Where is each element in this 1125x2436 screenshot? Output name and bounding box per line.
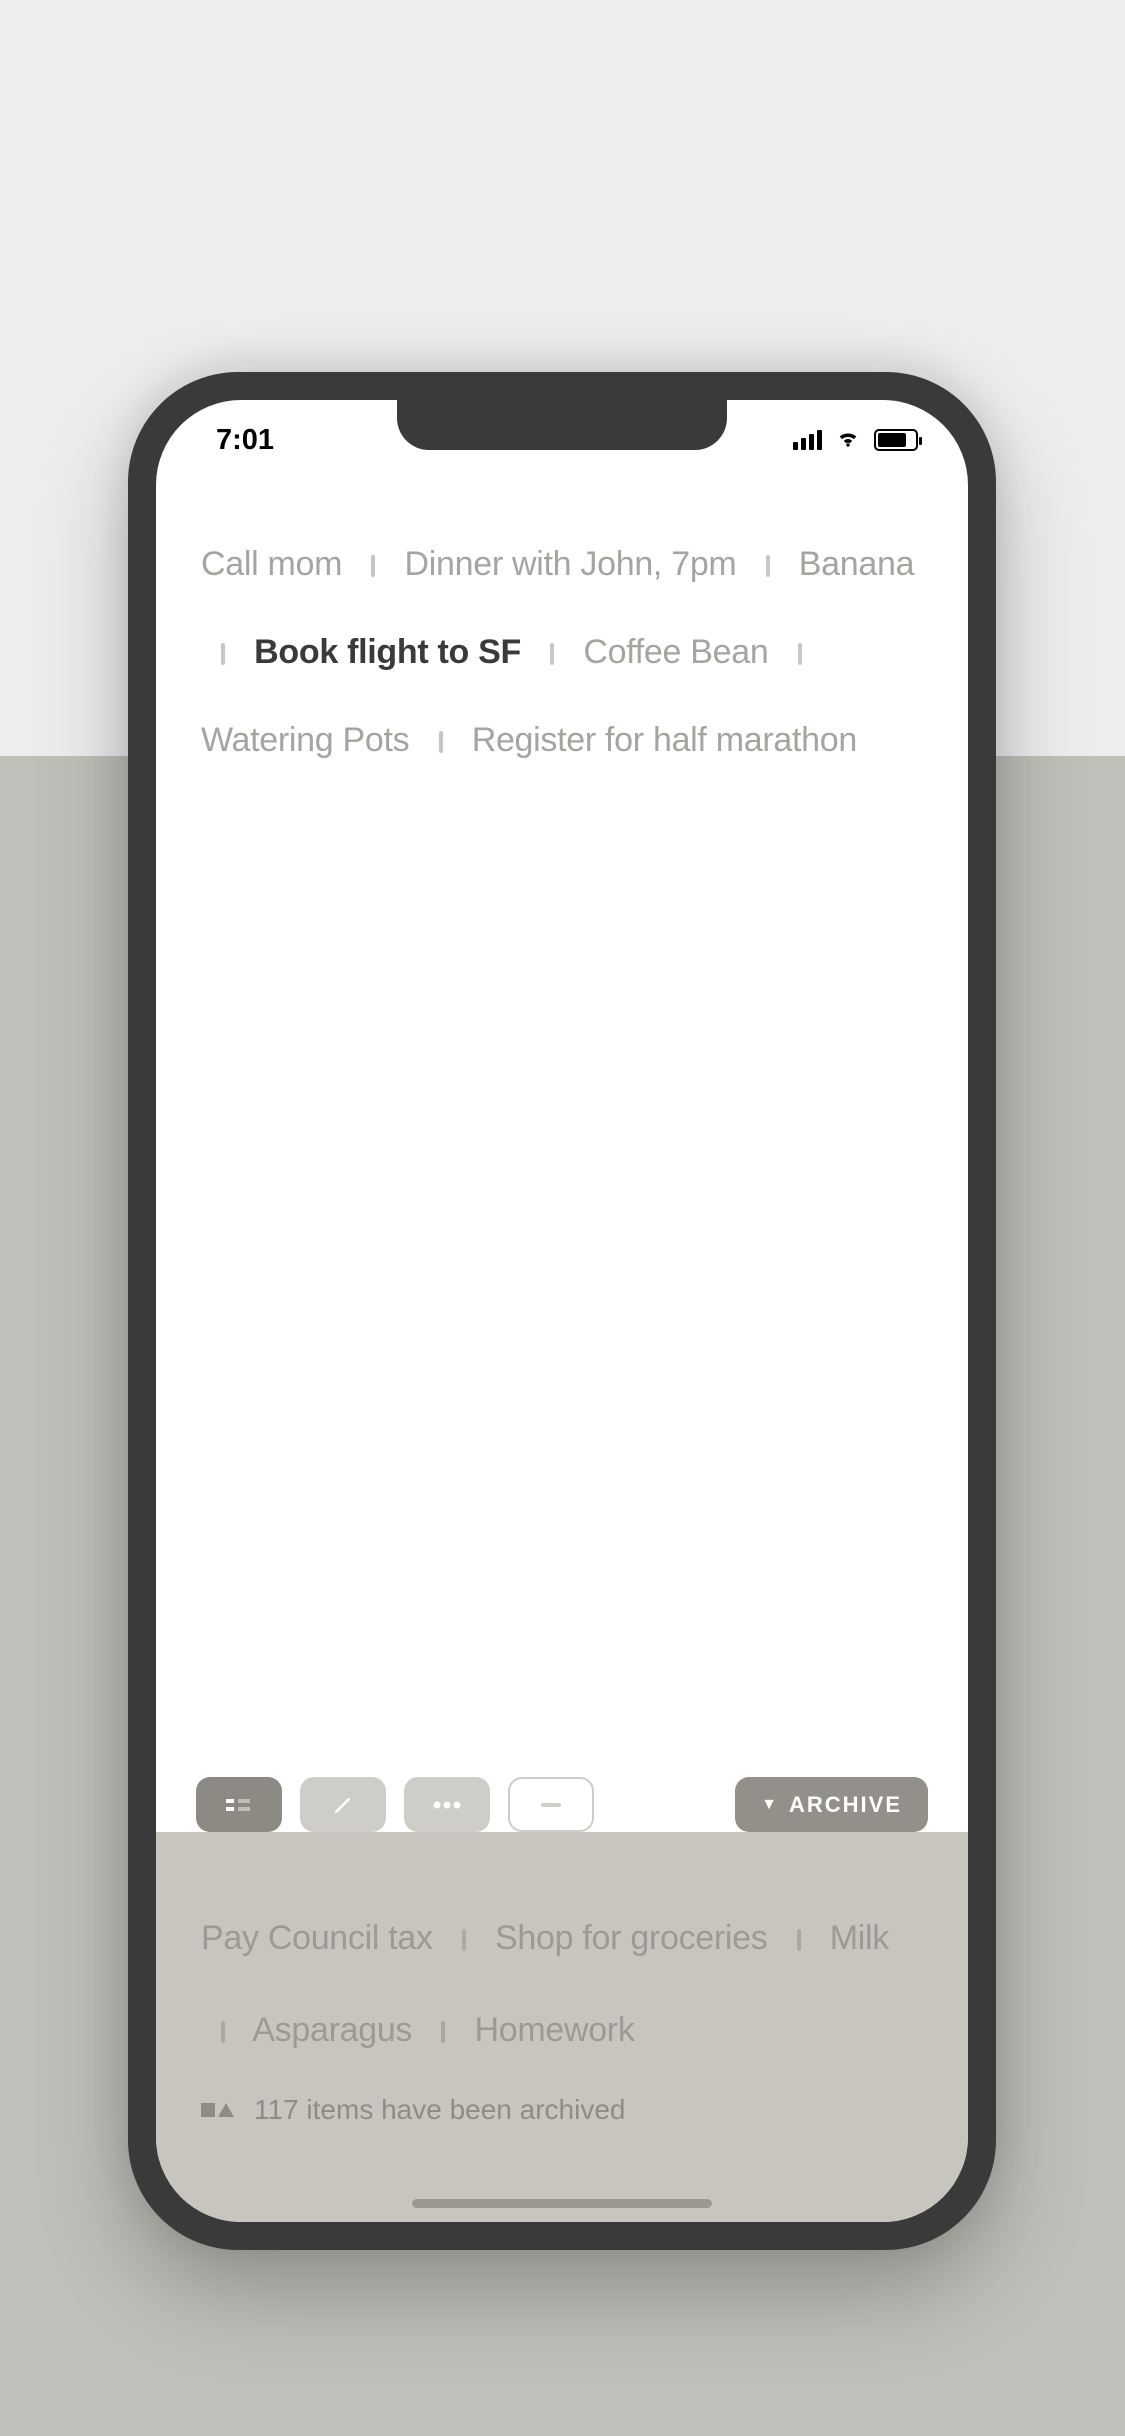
pencil-icon: [332, 1794, 354, 1816]
home-indicator[interactable]: [412, 2199, 712, 2208]
task-separator: [441, 2021, 445, 2043]
phone-notch: [397, 400, 727, 450]
task-separator: [462, 1929, 466, 1951]
phone-frame: 7:01 Call mom Dinner with John, 7pm Ban: [128, 372, 996, 2250]
archived-item[interactable]: Asparagus: [252, 2011, 412, 2049]
task-separator: [221, 643, 225, 665]
task-item[interactable]: Banana: [799, 545, 914, 583]
toolbar: ▼ ARCHIVE: [156, 1777, 968, 1832]
archive-count-icon: [201, 2103, 234, 2117]
cell-signal-icon: [793, 430, 822, 450]
status-right-cluster: [793, 429, 918, 451]
list-icon: [224, 1796, 254, 1814]
archived-list: Pay Council tax Shop for groceries Milk …: [201, 1892, 923, 2076]
task-item[interactable]: Coffee Bean: [583, 633, 768, 671]
task-separator: [221, 2021, 225, 2043]
task-item-active[interactable]: Book flight to SF: [254, 633, 521, 671]
archived-area[interactable]: Pay Council tax Shop for groceries Milk …: [156, 1832, 968, 2222]
archived-item[interactable]: Pay Council tax: [201, 1919, 433, 1957]
task-separator: [766, 555, 770, 577]
more-icon: [432, 1800, 462, 1810]
archived-item[interactable]: Milk: [830, 1919, 889, 1957]
task-item[interactable]: Register for half marathon: [472, 721, 857, 759]
task-item[interactable]: Call mom: [201, 545, 342, 583]
phone-screen: 7:01 Call mom Dinner with John, 7pm Ban: [156, 400, 968, 2222]
view-list-button[interactable]: [196, 1777, 282, 1832]
more-button[interactable]: [404, 1777, 490, 1832]
task-item[interactable]: Dinner with John, 7pm: [404, 545, 736, 583]
archive-button-label: ARCHIVE: [789, 1792, 902, 1818]
task-separator: [439, 731, 443, 753]
active-tasks-area[interactable]: Call mom Dinner with John, 7pm Banana Bo…: [156, 515, 968, 1642]
task-list: Call mom Dinner with John, 7pm Banana Bo…: [201, 520, 923, 784]
wifi-icon: [832, 430, 864, 450]
battery-icon: [874, 429, 918, 451]
archive-status-row: 117 items have been archived: [201, 2094, 923, 2126]
edit-button[interactable]: [300, 1777, 386, 1832]
task-separator: [797, 1929, 801, 1951]
chevron-down-icon: ▼: [761, 1796, 779, 1814]
status-time: 7:01: [216, 424, 274, 457]
task-item[interactable]: Watering Pots: [201, 721, 409, 759]
archive-button[interactable]: ▼ ARCHIVE: [735, 1777, 928, 1832]
task-separator: [371, 555, 375, 577]
task-separator: [798, 643, 802, 665]
archived-item[interactable]: Shop for groceries: [495, 1919, 767, 1957]
archived-item[interactable]: Homework: [474, 2011, 634, 2049]
archive-status-text: 117 items have been archived: [254, 2094, 626, 2126]
remove-button[interactable]: [508, 1777, 594, 1832]
minus-icon: [541, 1802, 561, 1808]
task-separator: [550, 643, 554, 665]
